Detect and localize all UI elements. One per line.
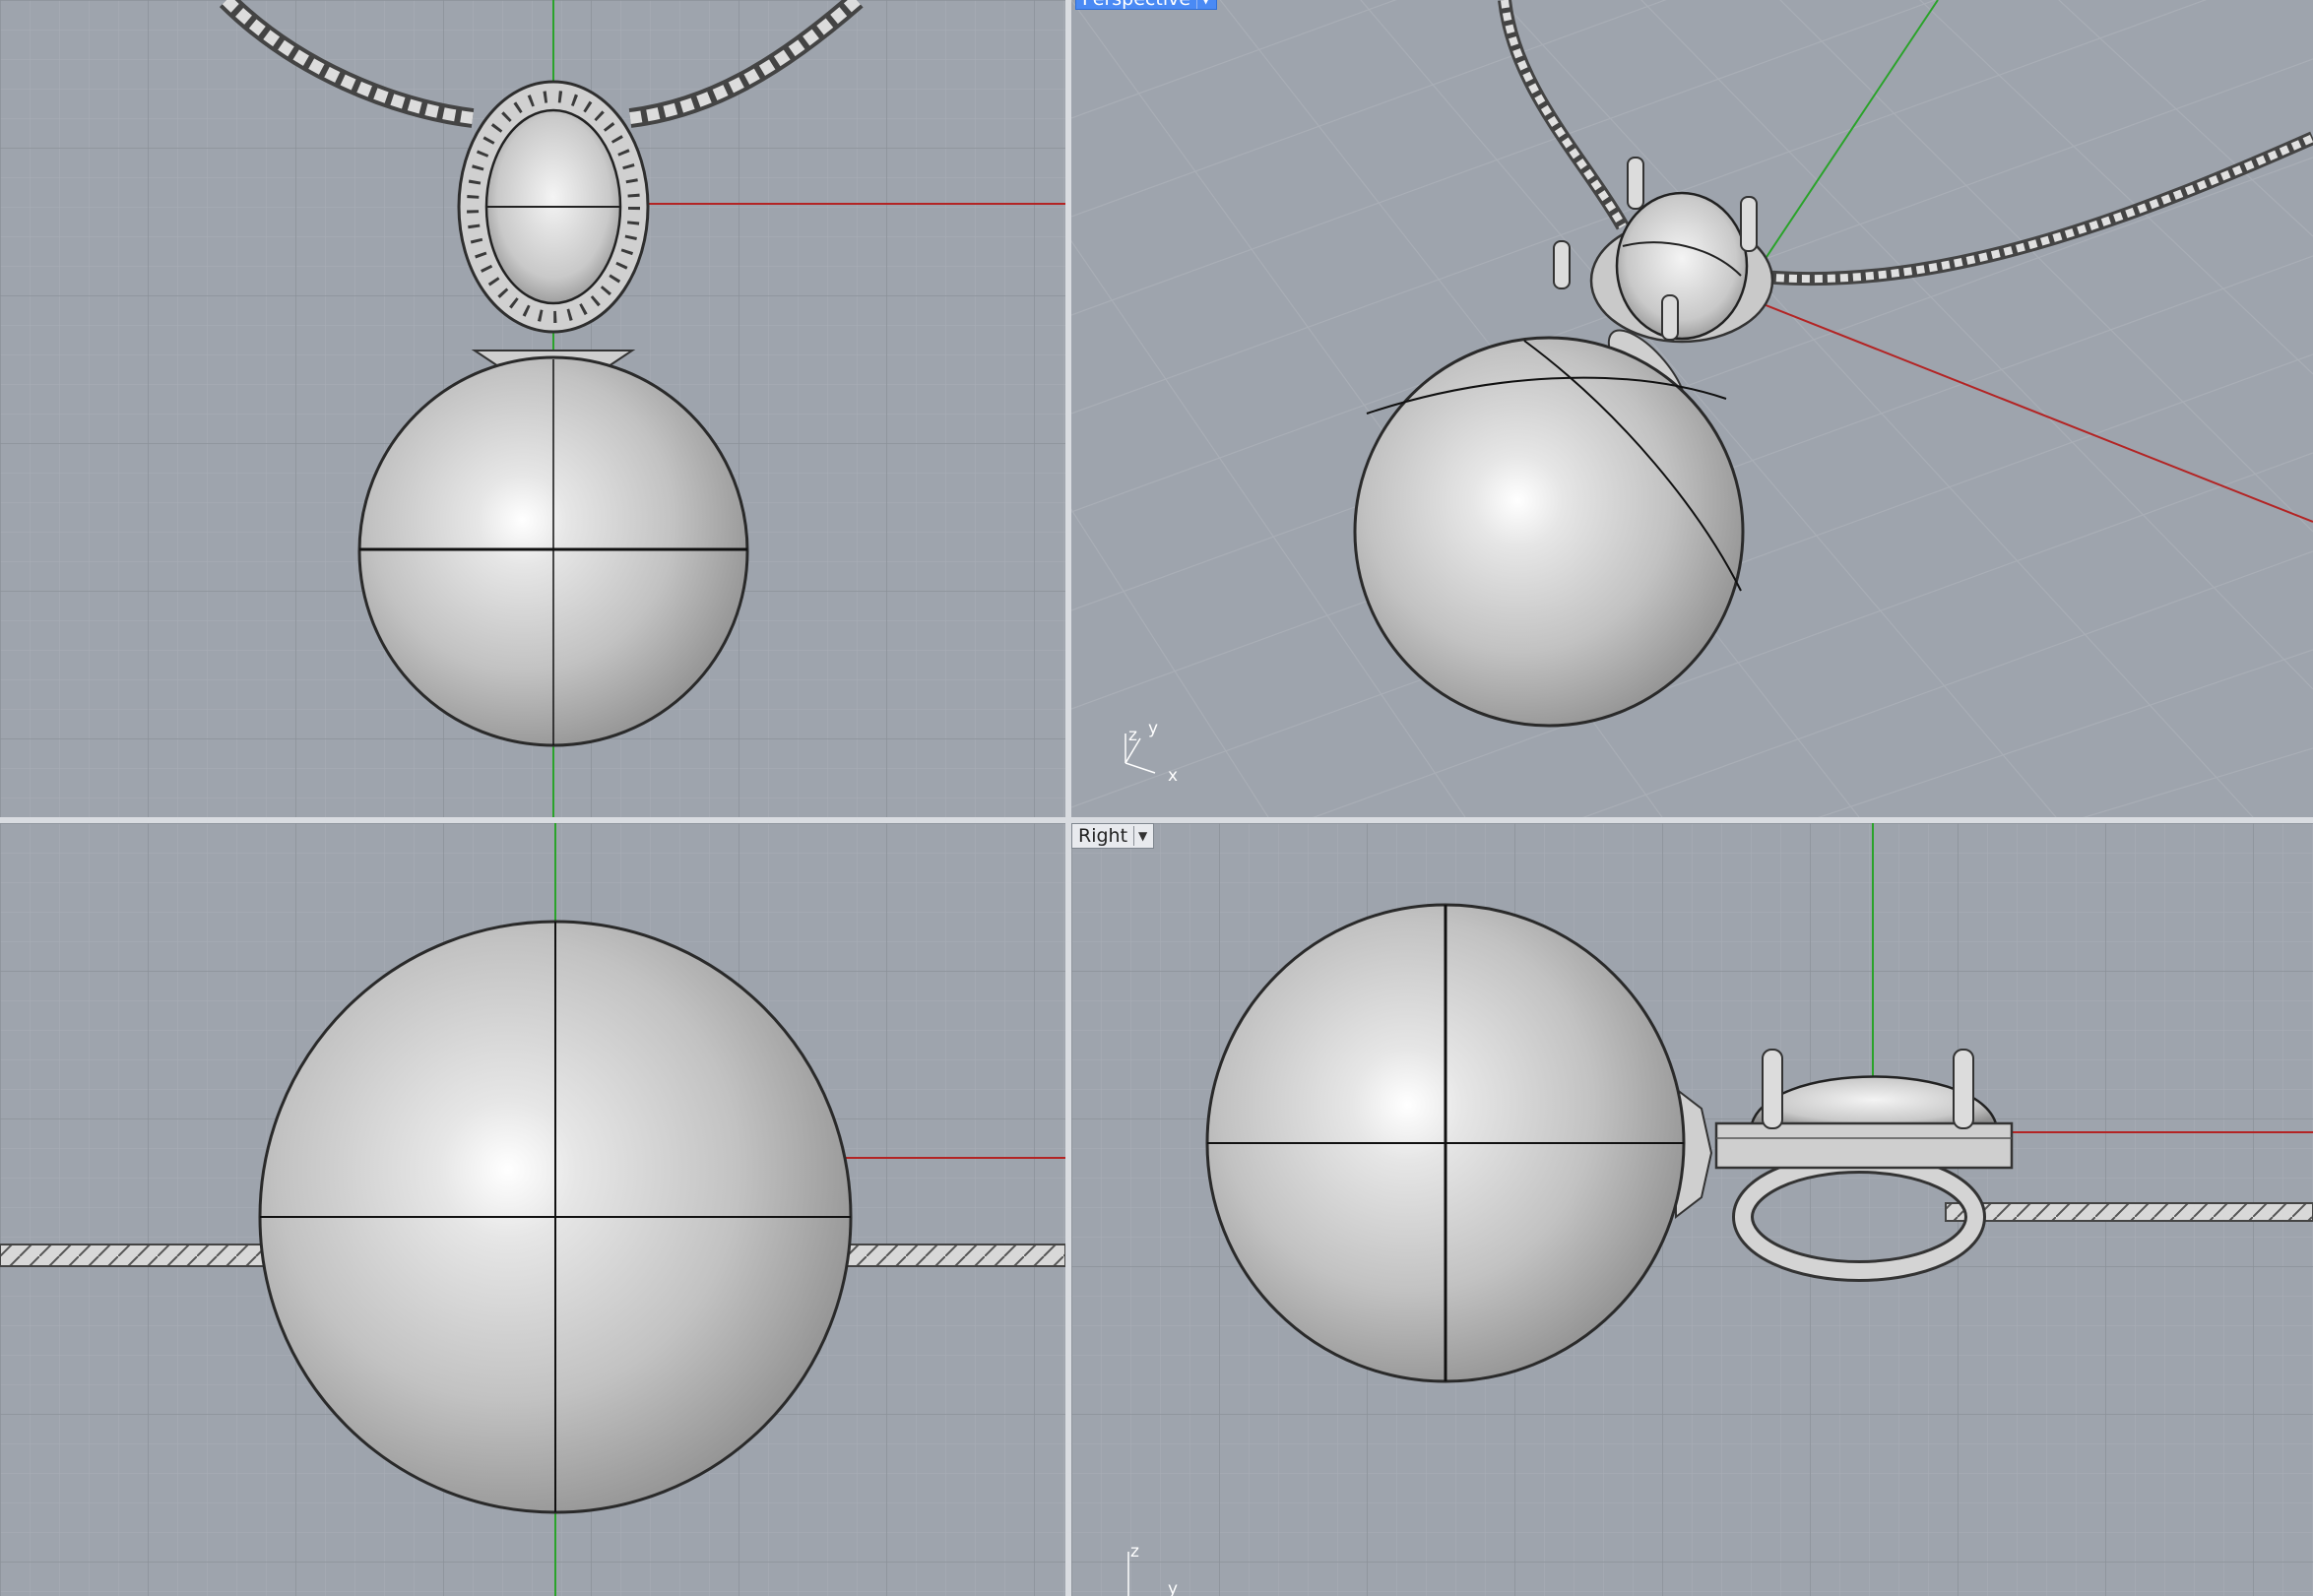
center-stone: [1615, 191, 1749, 341]
tab-right[interactable]: Right ▼: [1071, 823, 1155, 849]
prong-2: [1740, 196, 1758, 252]
prong-1: [1627, 157, 1644, 210]
viewport-top-left[interactable]: [0, 0, 1065, 817]
chevron-down-icon[interactable]: ▼: [1133, 826, 1147, 846]
viewport-perspective[interactable]: Perspective ▼: [1071, 0, 2313, 817]
right-canvas: z y: [1071, 823, 2313, 1596]
viewport-divider-horizontal[interactable]: [0, 817, 2313, 823]
viewport-right[interactable]: Right ▼ z y: [1071, 823, 2313, 1596]
gizmo-x-label: x: [1168, 766, 1178, 786]
prong-4: [1661, 294, 1679, 341]
viewport-divider-vertical[interactable]: [1065, 0, 1071, 1596]
pearl: [1353, 336, 1745, 728]
perspective-canvas: z y x: [1071, 0, 2313, 817]
gizmo-z-label: z: [1128, 726, 1137, 745]
prong-right: [1953, 1049, 1974, 1129]
chain-rope: [1945, 1202, 2313, 1222]
prong-3: [1553, 240, 1571, 289]
bottom-left-canvas: [0, 823, 1065, 1596]
gizmo-y-label: y: [1168, 1579, 1178, 1596]
gizmo-z-label: z: [1130, 1542, 1139, 1562]
halo-setting: [1714, 1121, 2014, 1170]
tab-perspective[interactable]: Perspective ▼: [1075, 0, 1218, 10]
top-left-canvas: [0, 0, 1065, 817]
gizmo-y-label: y: [1148, 719, 1158, 738]
chevron-down-icon[interactable]: ▼: [1196, 0, 1210, 9]
viewport-bottom-left[interactable]: [0, 823, 1065, 1596]
perspective-label: Perspective: [1082, 0, 1190, 9]
right-label: Right: [1078, 825, 1128, 847]
prong-left: [1762, 1049, 1783, 1129]
